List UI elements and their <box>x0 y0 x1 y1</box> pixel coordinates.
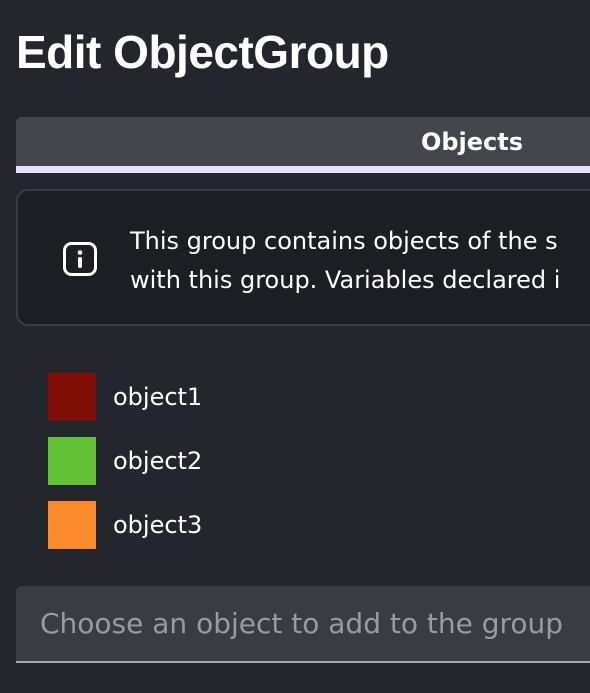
info-icon <box>63 242 97 276</box>
add-object-input[interactable] <box>16 586 590 661</box>
tab-objects[interactable]: Objects <box>16 117 590 166</box>
object-color-swatch <box>48 437 96 485</box>
tab-bar: Objects <box>16 117 590 166</box>
edit-object-group-dialog: Edit ObjectGroup Objects This group cont… <box>0 0 590 693</box>
info-text-line: This group contains objects of the s <box>130 227 558 255</box>
object-color-swatch <box>48 373 96 421</box>
add-object-field <box>16 586 590 663</box>
object-list: object1 object2 object3 <box>48 373 548 565</box>
object-color-swatch <box>48 501 96 549</box>
info-text: This group contains objects of the s wit… <box>130 222 590 300</box>
info-message: This group contains objects of the s wit… <box>16 189 590 326</box>
object-name: object2 <box>113 447 203 475</box>
tab-selected-indicator <box>16 166 590 173</box>
object-name: object1 <box>113 383 203 411</box>
list-item-object2[interactable]: object2 <box>48 437 548 485</box>
info-text-line: with this group. Variables declared i <box>130 266 561 294</box>
object-name: object3 <box>113 511 203 539</box>
list-item-object3[interactable]: object3 <box>48 501 548 549</box>
list-item-object1[interactable]: object1 <box>48 373 548 421</box>
dialog-title: Edit ObjectGroup <box>16 26 389 78</box>
